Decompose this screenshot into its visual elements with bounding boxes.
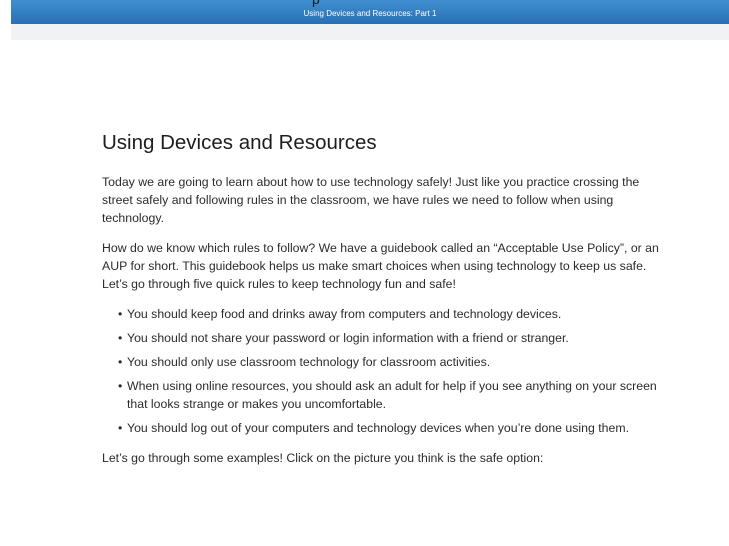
bullet-icon: • bbox=[118, 355, 123, 369]
rule-item: • You should not share your password or l… bbox=[118, 329, 662, 347]
bullet-icon: • bbox=[118, 331, 123, 345]
bullet-icon: • bbox=[118, 379, 123, 393]
rule-text: You should keep food and drinks away fro… bbox=[127, 307, 562, 321]
rule-text: When using online resources, you should … bbox=[127, 379, 657, 411]
lesson-header-bar: p Using Devices and Resources: Part 1 bbox=[11, 0, 729, 24]
intro-paragraph: Today we are going to learn about how to… bbox=[102, 175, 640, 225]
rule-item: • You should log out of your computers an… bbox=[118, 419, 662, 437]
examples-prompt: Let’s go through some examples! Click on… bbox=[102, 451, 544, 465]
bullet-icon: • bbox=[118, 421, 123, 435]
rule-item: • You should only use classroom technolog… bbox=[118, 353, 662, 371]
page-title: Using Devices and Resources bbox=[102, 131, 377, 154]
rule-text: You should only use classroom technology… bbox=[127, 355, 491, 369]
rule-text: You should log out of your computers and… bbox=[127, 421, 629, 435]
clipped-lesson-title: p bbox=[312, 0, 320, 6]
rule-item: • You should keep food and drinks away fr… bbox=[118, 305, 662, 323]
rule-item: • When using online resources, you should… bbox=[118, 377, 662, 413]
rules-list: • You should keep food and drinks away fr… bbox=[102, 305, 662, 437]
toolbar-strip bbox=[11, 24, 729, 40]
lesson-part-title: Using Devices and Resources: Part 1 bbox=[303, 9, 437, 18]
aup-paragraph: How do we know which rules to follow? We… bbox=[102, 241, 659, 291]
lesson-content: Using Devices and Resources Today we are… bbox=[102, 130, 662, 479]
rule-text: You should not share your password or lo… bbox=[127, 331, 569, 345]
bullet-icon: • bbox=[118, 307, 123, 321]
